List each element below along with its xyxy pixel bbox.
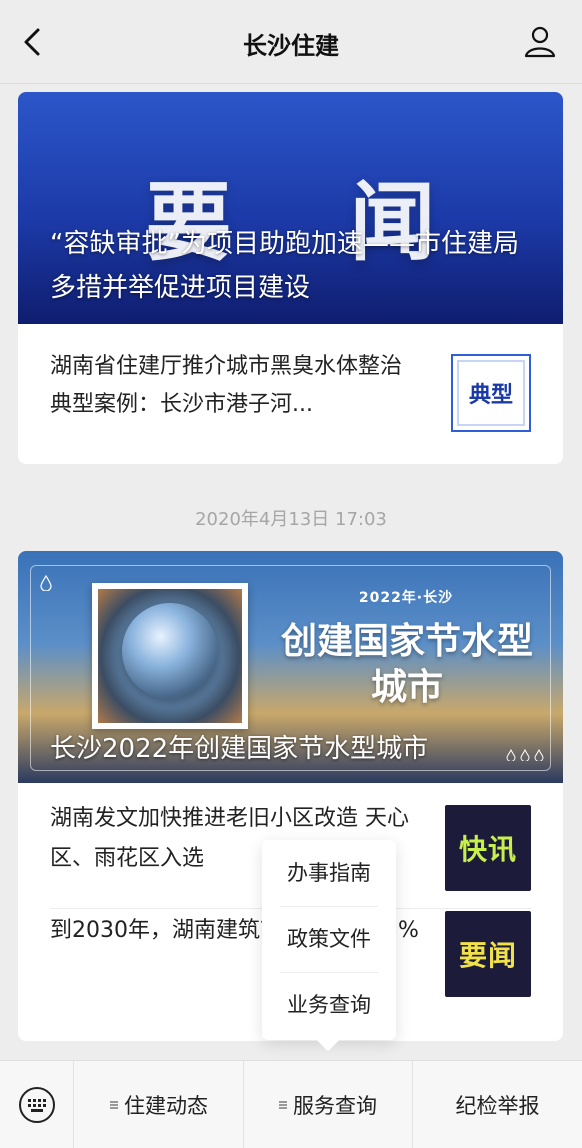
menu-tab-report[interactable]: 纪检举报	[413, 1061, 582, 1148]
banner-subtitle: 2022年·长沙	[358, 590, 454, 606]
article-thumbnail: 快讯	[445, 805, 531, 891]
submenu-item-query[interactable]: 业务查询	[262, 972, 396, 1038]
thumbnail-label: 典型	[468, 383, 513, 408]
banner-headline: 创建国家节水型城市	[280, 621, 533, 708]
message-timestamp: 2020年4月13日 17:03	[195, 509, 387, 530]
list-item[interactable]: 湖南省住建厅推介城市黑臭水体整治典型案例：长沙市港子河... 典型	[18, 324, 563, 464]
water-drop-icon	[40, 575, 52, 591]
menu-tab-label: 纪检举报	[455, 1094, 540, 1118]
menu-tab-label: 住建动态	[124, 1094, 208, 1118]
bottom-menu-bar: 住建动态 服务查询 纪检举报	[0, 1060, 582, 1148]
submenu-popup: 办事指南 政策文件 业务查询	[262, 840, 396, 1040]
menu-tab-label: 服务查询	[293, 1094, 377, 1118]
page-title: 长沙住建	[243, 32, 339, 60]
profile-button[interactable]	[520, 22, 560, 62]
lead-article-title: 长沙2022年创建国家节水型城市	[50, 734, 429, 764]
lead-article-banner[interactable]: 要 闻 “容缺审批”为项目助跑加速——市住建局多措并举促进项目建设	[18, 92, 563, 324]
lead-article-title: “容缺审批”为项目助跑加速——市住建局多措并举促进项目建设	[50, 229, 519, 303]
article-thumbnail: 要闻	[445, 911, 531, 997]
article-card-1: 要 闻 “容缺审批”为项目助跑加速——市住建局多措并举促进项目建设 湖南省住建厅…	[18, 92, 563, 464]
menu-lines-icon	[110, 1100, 118, 1110]
keyboard-toggle-button[interactable]	[0, 1061, 74, 1148]
thumbnail-label: 快讯	[458, 833, 517, 866]
thumbnail-label: 要闻	[458, 939, 517, 972]
article-thumbnail: 典型	[451, 354, 531, 432]
person-icon	[524, 26, 556, 58]
lead-article-banner[interactable]: 2022年·长沙 创建国家节水型城市 长沙2022年创建国家节水型城市	[18, 551, 563, 783]
submenu-item-policy[interactable]: 政策文件	[262, 906, 396, 972]
menu-lines-icon	[279, 1100, 287, 1110]
submenu-item-guide[interactable]: 办事指南	[262, 840, 396, 906]
list-item-title: 湖南省住建厅推介城市黑臭水体整治典型案例：长沙市港子河...	[50, 354, 403, 417]
top-nav-bar: 长沙住建	[0, 0, 582, 84]
water-drops-icon	[506, 749, 544, 761]
keyboard-icon	[18, 1087, 55, 1123]
crystal-ball-photo	[92, 583, 248, 729]
menu-tab-services[interactable]: 服务查询	[244, 1061, 413, 1148]
menu-tab-news[interactable]: 住建动态	[75, 1061, 244, 1148]
